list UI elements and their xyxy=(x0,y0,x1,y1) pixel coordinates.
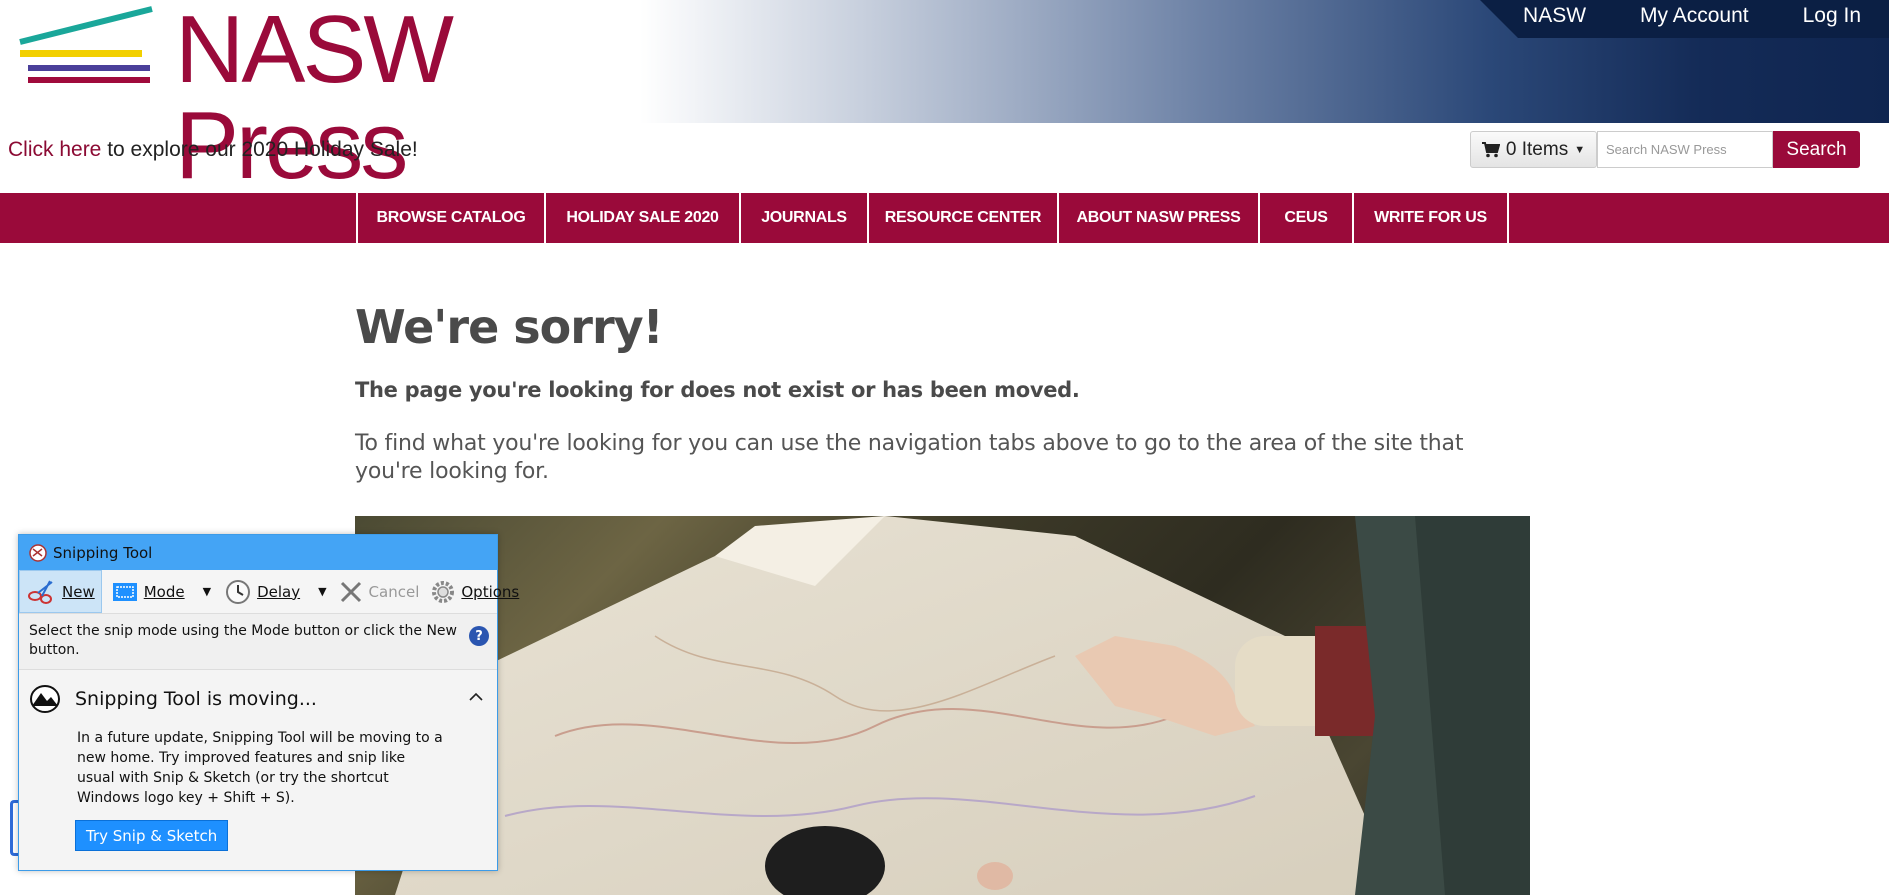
nav-about-nasw-press[interactable]: ABOUT NASW PRESS xyxy=(1059,193,1260,243)
top-link-nasw[interactable]: NASW xyxy=(1523,4,1586,28)
options-button[interactable]: Options xyxy=(425,570,525,613)
holiday-sale-link[interactable]: Click here xyxy=(8,138,101,161)
cart-dropdown-button[interactable]: 0 Items ▼ xyxy=(1470,131,1597,168)
mode-rectangle-icon xyxy=(112,582,137,601)
scissors-icon xyxy=(29,543,47,562)
site-header: NASW My Account Log In NASW Press xyxy=(0,0,1889,194)
new-snip-button[interactable]: New xyxy=(19,570,102,613)
promo-text: to explore our 2020 Holiday Sale! xyxy=(101,138,418,161)
snipping-tool-title: Snipping Tool xyxy=(53,543,153,562)
snipping-tool-titlebar[interactable]: Snipping Tool xyxy=(19,535,497,570)
cancel-x-icon xyxy=(340,581,361,602)
caret-down-icon: ▼ xyxy=(1574,143,1586,156)
hero-image-map xyxy=(355,516,1530,895)
logo-stripes-icon xyxy=(19,6,153,83)
chevron-up-icon[interactable] xyxy=(469,690,483,704)
snipping-tool-window: Snipping Tool New Mode ▼ Delay ▼ Cancel … xyxy=(18,534,519,871)
try-snip-sketch-button[interactable]: Try Snip & Sketch xyxy=(75,820,229,851)
panel-body-text: In a future update, Snipping Tool will b… xyxy=(77,730,443,806)
clock-icon xyxy=(226,579,251,604)
mode-label: Mode xyxy=(143,582,185,601)
mode-button[interactable]: Mode ▼ xyxy=(106,570,217,613)
nav-holiday-sale-2020[interactable]: HOLIDAY SALE 2020 xyxy=(546,193,741,243)
nav-resource-center[interactable]: RESOURCE CENTER xyxy=(869,193,1059,243)
nav-browse-catalog[interactable]: BROWSE CATALOG xyxy=(358,193,546,243)
info-text: Select the snip mode using the Mode butt… xyxy=(29,623,457,658)
gear-icon xyxy=(432,580,455,603)
page-subtitle: The page you're looking for does not exi… xyxy=(355,378,1080,402)
page-title: We're sorry! xyxy=(355,300,664,354)
new-snip-scissors-icon xyxy=(28,580,53,604)
search-input[interactable]: Search NASW Press xyxy=(1597,131,1773,168)
delay-label: Delay xyxy=(257,582,301,601)
delay-button[interactable]: Delay ▼ xyxy=(219,570,332,613)
cancel-button[interactable]: Cancel xyxy=(333,570,426,613)
nasw-press-logo[interactable]: NASW Press xyxy=(18,2,618,194)
moving-notice-panel: Snipping Tool is moving... In a future u… xyxy=(19,669,497,870)
search-button[interactable]: Search xyxy=(1773,131,1860,168)
snip-sketch-icon xyxy=(30,685,60,713)
nav-write-for-us[interactable]: WRITE FOR US xyxy=(1354,193,1509,243)
snip-mode-instructions: Select the snip mode using the Mode butt… xyxy=(19,613,497,669)
mode-dropdown-icon[interactable]: ▼ xyxy=(203,585,211,598)
page-description: To find what you're looking for you can … xyxy=(355,431,1464,484)
top-link-log-in[interactable]: Log In xyxy=(1803,4,1861,28)
top-links: NASW My Account Log In xyxy=(1523,4,1861,28)
cancel-label: Cancel xyxy=(368,582,420,601)
promo-banner: Click here to explore our 2020 Holiday S… xyxy=(8,138,418,162)
cart-icon xyxy=(1481,141,1500,157)
cart-label: 0 Items xyxy=(1505,138,1569,160)
nav-journals[interactable]: JOURNALS xyxy=(741,193,869,243)
logo-text: NASW Press xyxy=(175,0,454,199)
help-icon[interactable]: ? xyxy=(469,626,489,646)
top-link-my-account[interactable]: My Account xyxy=(1640,4,1749,28)
nav-ceus[interactable]: CEUS xyxy=(1260,193,1354,243)
new-label: New xyxy=(62,582,95,601)
panel-title: Snipping Tool is moving... xyxy=(75,688,317,710)
delay-dropdown-icon[interactable]: ▼ xyxy=(318,585,326,598)
options-label: Options xyxy=(461,582,520,601)
main-content: We're sorry! The page you're looking for… xyxy=(355,300,1535,486)
main-navigation: BROWSE CATALOG HOLIDAY SALE 2020 JOURNAL… xyxy=(0,193,1889,243)
snipping-toolbar: New Mode ▼ Delay ▼ Cancel Options xyxy=(19,570,519,613)
